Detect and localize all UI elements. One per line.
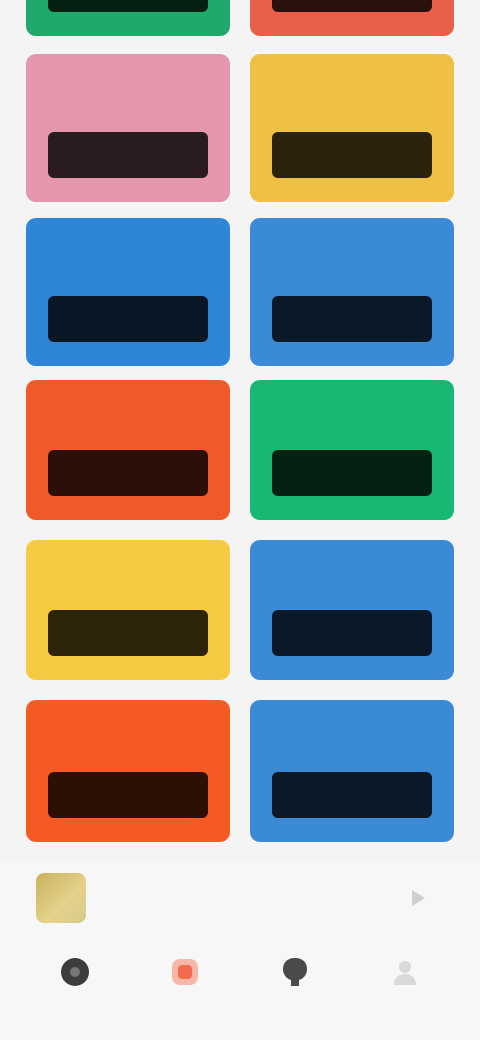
category-card[interactable] xyxy=(250,380,454,520)
category-card[interactable] xyxy=(250,0,454,36)
card-art xyxy=(48,772,208,818)
category-card[interactable] xyxy=(26,218,230,366)
card-art xyxy=(272,296,432,342)
home-icon xyxy=(55,952,95,992)
card-title xyxy=(48,406,208,426)
category-card[interactable] xyxy=(26,54,230,202)
now-playing-text xyxy=(108,897,400,900)
card-art xyxy=(48,0,208,12)
card-title xyxy=(272,726,432,746)
library-icon xyxy=(275,952,315,992)
card-title xyxy=(48,80,208,100)
card-art xyxy=(48,296,208,342)
card-title xyxy=(48,244,208,264)
profile-icon xyxy=(385,952,425,992)
card-title xyxy=(272,566,432,586)
category-card[interactable] xyxy=(26,380,230,520)
tab-discover[interactable] xyxy=(145,952,225,1022)
category-card[interactable] xyxy=(26,0,230,36)
category-card[interactable] xyxy=(250,54,454,202)
app-root xyxy=(0,0,480,1040)
card-art xyxy=(272,772,432,818)
play-icon xyxy=(412,890,425,906)
now-playing-bar[interactable] xyxy=(0,862,480,934)
tab-library[interactable] xyxy=(255,952,335,1022)
category-card[interactable] xyxy=(250,700,454,842)
card-art xyxy=(272,610,432,656)
now-playing-artwork xyxy=(36,873,86,923)
card-title xyxy=(272,244,432,264)
tab-home[interactable] xyxy=(35,952,115,1022)
card-art xyxy=(48,610,208,656)
discover-icon xyxy=(165,952,205,992)
card-title xyxy=(48,726,208,746)
card-art xyxy=(272,132,432,178)
category-card[interactable] xyxy=(250,218,454,366)
category-card[interactable] xyxy=(26,540,230,680)
category-card[interactable] xyxy=(250,540,454,680)
category-card[interactable] xyxy=(26,700,230,842)
tab-profile[interactable] xyxy=(365,952,445,1022)
bottom-tab-bar xyxy=(0,934,480,1040)
card-art xyxy=(48,450,208,496)
play-button[interactable] xyxy=(400,880,436,916)
card-art xyxy=(48,132,208,178)
card-art xyxy=(272,0,432,12)
card-title xyxy=(272,80,432,100)
card-art xyxy=(272,450,432,496)
card-title xyxy=(48,566,208,586)
card-title xyxy=(272,406,432,426)
